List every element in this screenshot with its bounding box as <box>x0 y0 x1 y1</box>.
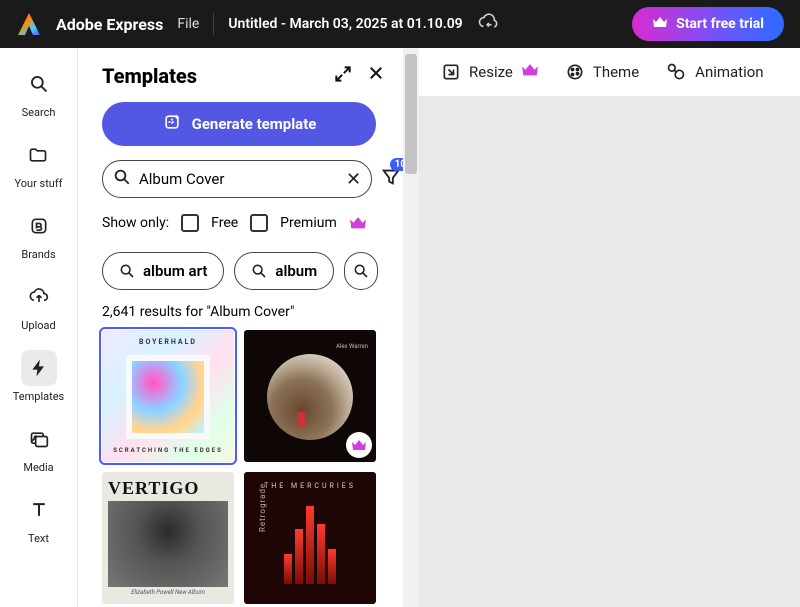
close-icon[interactable] <box>367 64 385 88</box>
trial-label: Start free trial <box>676 16 764 32</box>
show-only-label: Show only: <box>102 215 169 231</box>
templates-icon <box>21 350 57 386</box>
templates-panel: Templates Generate template ✕ 10 Show on… <box>78 48 403 607</box>
premium-checkbox[interactable] <box>250 214 268 232</box>
chip-album-art[interactable]: album art <box>102 252 224 290</box>
generate-template-label: Generate template <box>192 115 317 133</box>
canvas-area: Resize Theme Animation <box>419 48 800 607</box>
media-icon <box>21 421 57 457</box>
free-checkbox[interactable] <box>181 214 199 232</box>
folder-icon <box>20 137 56 173</box>
scrollbar-thumb[interactable] <box>405 54 417 174</box>
file-menu[interactable]: File <box>177 16 199 32</box>
premium-badge-icon <box>346 432 372 458</box>
results-summary: 2,641 results for "Album Cover" <box>102 304 385 320</box>
template-search-box[interactable]: ✕ <box>102 160 372 198</box>
suggestion-chips: album art album <box>102 252 385 290</box>
template-card[interactable]: VERTIGO Elizabeth Powell New Album <box>102 472 234 604</box>
filter-button[interactable]: 10 <box>380 166 402 192</box>
animation-button[interactable]: Animation <box>665 62 763 82</box>
rail-upload[interactable]: Upload <box>21 279 57 332</box>
panel-title: Templates <box>102 64 197 88</box>
rail-brands[interactable]: Brands <box>21 208 57 261</box>
generate-template-button[interactable]: Generate template <box>102 102 376 146</box>
brand-name: Adobe Express <box>56 15 163 34</box>
template-card[interactable]: THE MERCURIES Retrograde <box>244 472 376 604</box>
crown-icon <box>652 16 668 33</box>
chip-more[interactable] <box>344 252 378 290</box>
left-rail: Search Your stuff Brands Upload Template… <box>0 48 78 607</box>
resize-button[interactable]: Resize <box>441 62 539 82</box>
premium-label: Premium <box>280 215 337 231</box>
filter-count-badge: 10 <box>390 158 403 171</box>
upload-icon <box>21 279 57 315</box>
adobe-logo-icon <box>16 11 42 37</box>
template-card[interactable]: BOYERHALD SCRATCHING THE EDGES <box>102 330 234 462</box>
document-name[interactable]: Untitled - March 03, 2025 at 01.10.09 <box>228 16 462 32</box>
text-icon <box>21 492 57 528</box>
rail-search[interactable]: Search <box>21 66 57 119</box>
clear-search-icon[interactable]: ✕ <box>346 169 361 190</box>
premium-crown-icon <box>521 63 539 81</box>
search-icon <box>113 168 131 190</box>
search-icon <box>21 66 57 102</box>
app-header: Adobe Express File Untitled - March 03, … <box>0 0 800 48</box>
canvas-toolbar: Resize Theme Animation <box>419 48 800 96</box>
brands-icon <box>21 208 57 244</box>
template-grid: BOYERHALD SCRATCHING THE EDGES Alex Warr… <box>102 330 385 604</box>
template-card[interactable]: Alex Warren Walk <box>244 330 376 462</box>
free-label: Free <box>211 215 238 231</box>
show-only-row: Show only: Free Premium <box>102 214 385 232</box>
rail-templates[interactable]: Templates <box>13 350 64 403</box>
rail-text[interactable]: Text <box>21 492 57 545</box>
expand-icon[interactable] <box>333 64 353 88</box>
theme-button[interactable]: Theme <box>565 62 639 82</box>
divider <box>213 13 214 35</box>
sparkle-icon <box>162 112 182 136</box>
premium-crown-icon <box>349 216 367 230</box>
search-input[interactable] <box>139 170 338 188</box>
chip-album[interactable]: album <box>234 252 334 290</box>
panel-scrollbar[interactable] <box>403 48 419 607</box>
rail-your-stuff[interactable]: Your stuff <box>14 137 62 190</box>
rail-media[interactable]: Media <box>21 421 57 474</box>
canvas[interactable] <box>419 96 800 607</box>
cloud-sync-icon[interactable] <box>477 13 499 35</box>
start-free-trial-button[interactable]: Start free trial <box>632 7 784 41</box>
